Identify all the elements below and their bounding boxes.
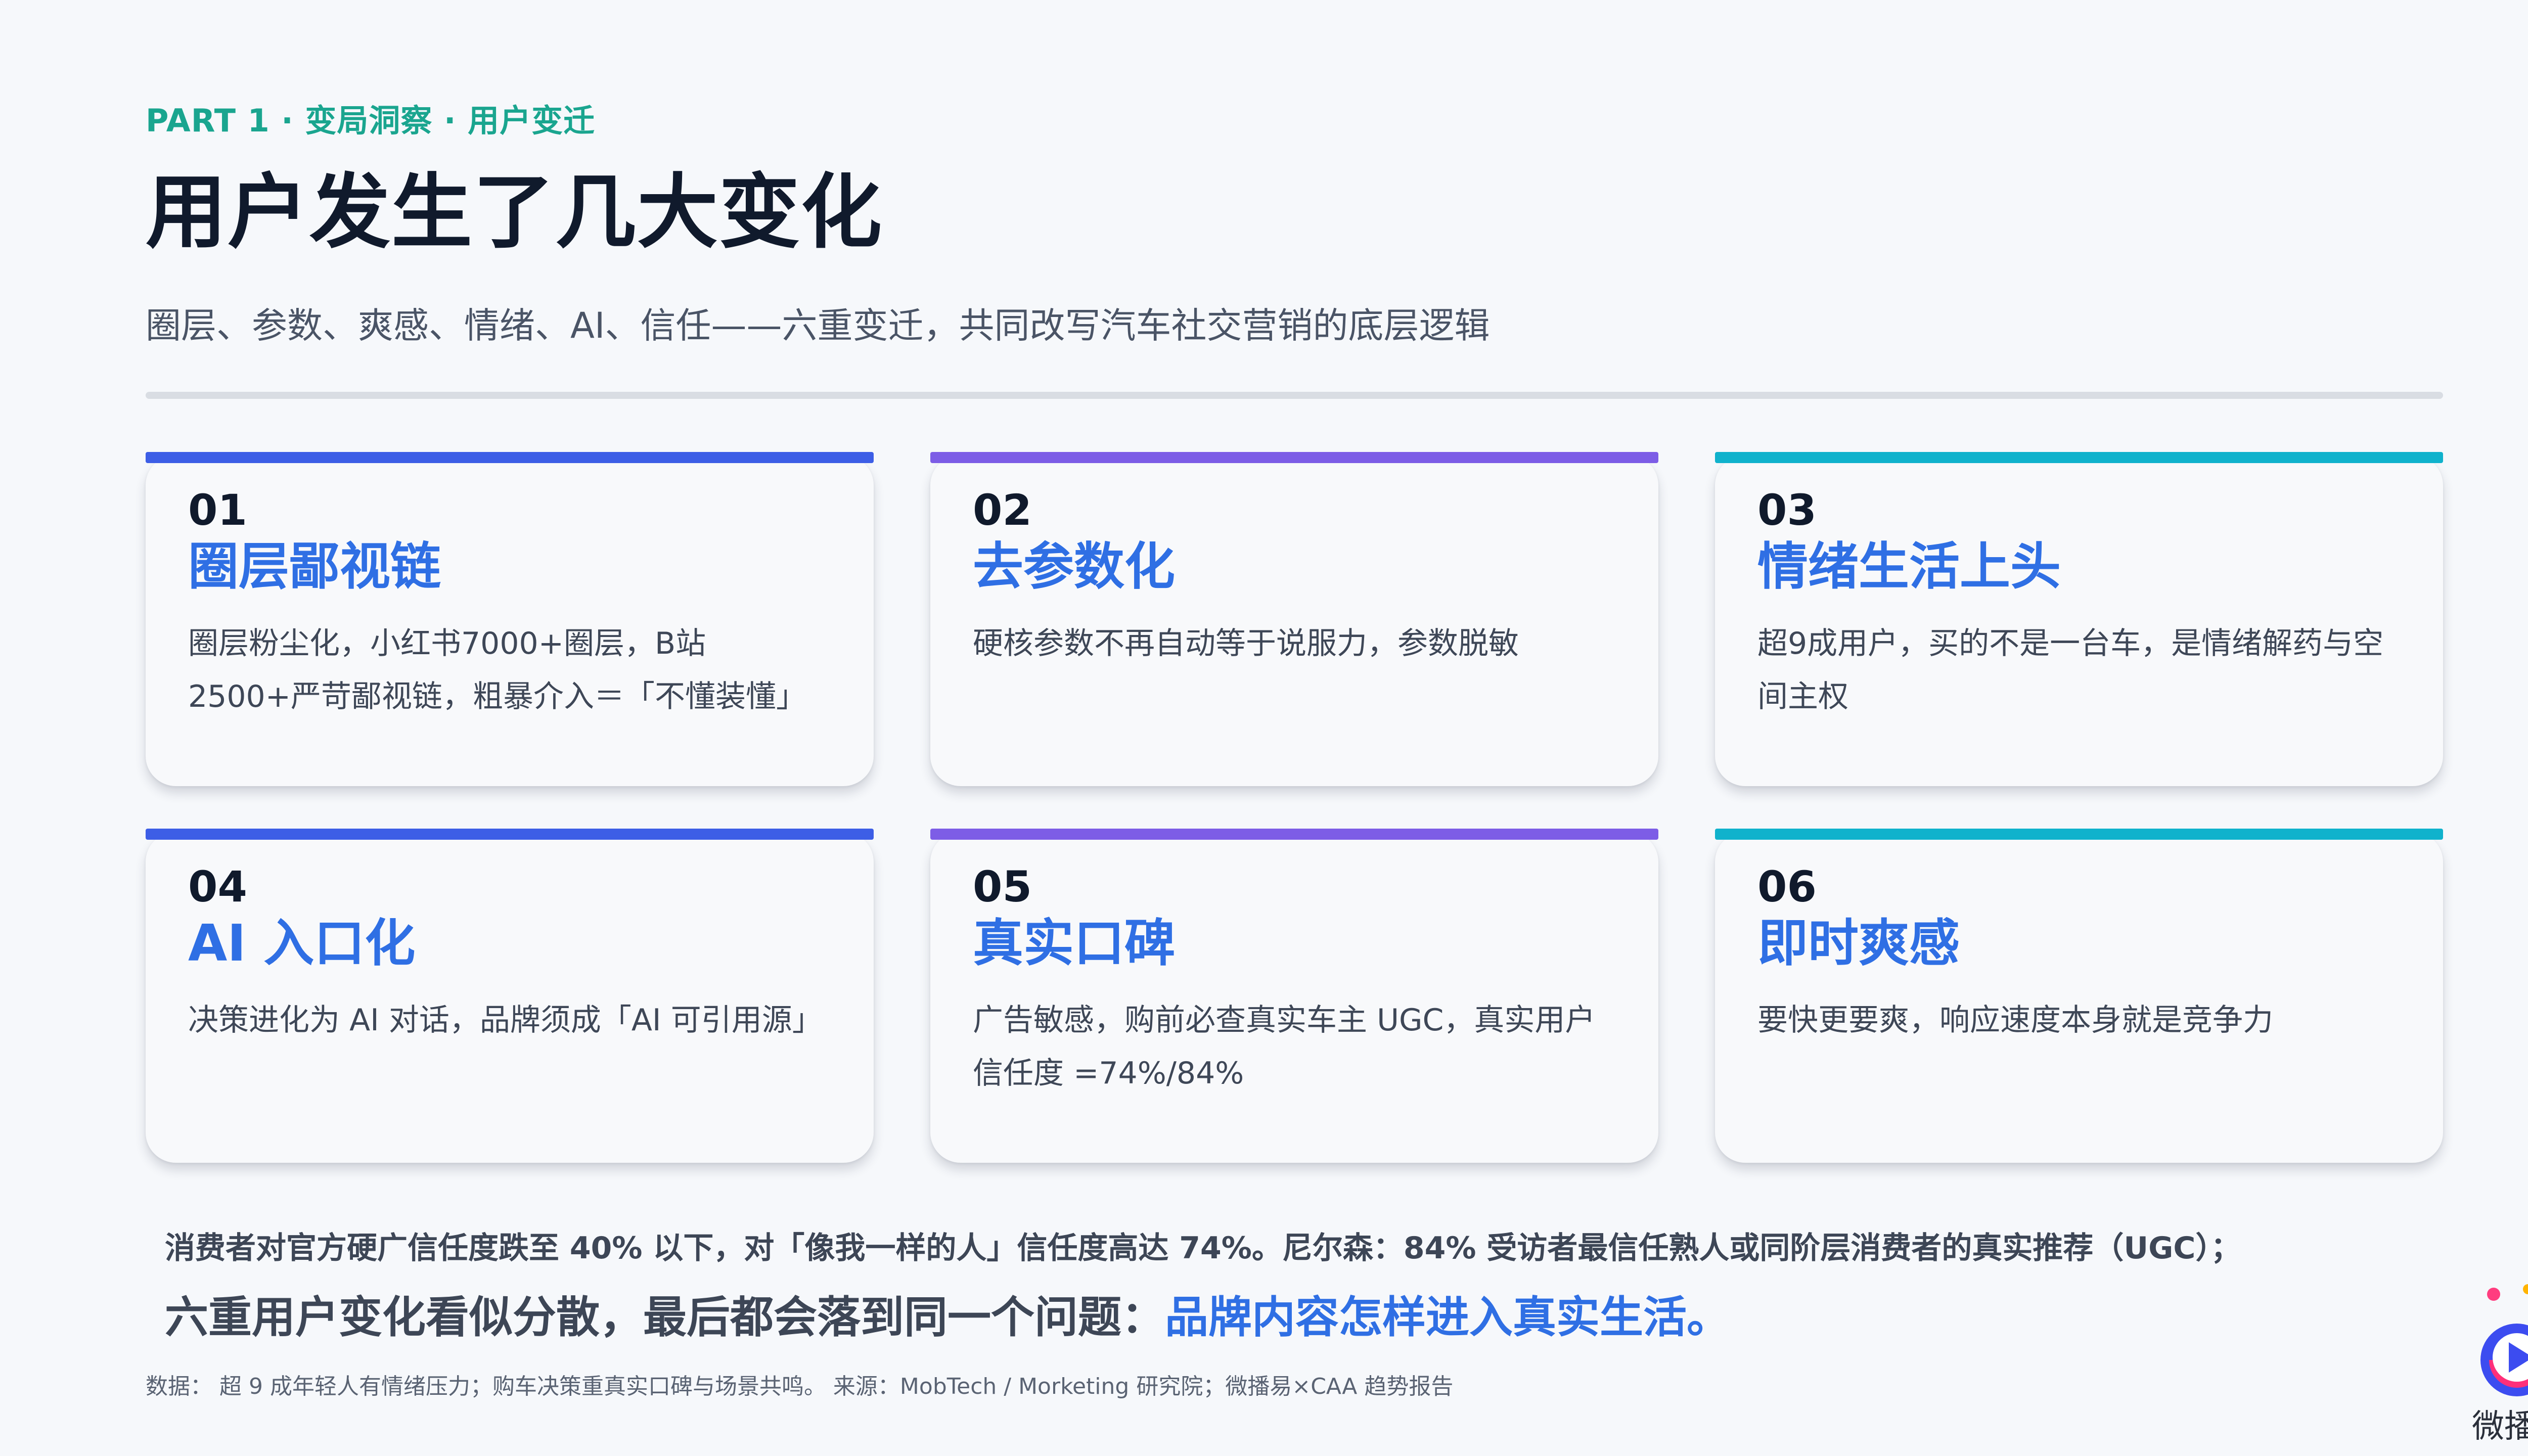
- card-title: 去参数化: [973, 537, 1175, 597]
- card-number: 01: [188, 485, 247, 535]
- card-description: 圈层粉尘化，小红书7000+圈层，B站2500+严苛鄙视链，粗暴介入＝「不懂装懂…: [188, 626, 806, 715]
- change-card-grid: 01 圈层鄙视链 圈层粉尘化，小红书7000+圈层，B站2500+严苛鄙视链，粗…: [146, 452, 2443, 1163]
- change-card-02: 02 去参数化 硬核参数不再自动等于说服力，参数脱敏: [930, 452, 1658, 786]
- card-accent-bar: [1715, 829, 2443, 840]
- conclusion-prefix: 六重用户变化看似分散，最后都会落到同一个问题：: [165, 1292, 1165, 1343]
- card-title: AI 入口化: [188, 914, 416, 973]
- card-number: 02: [973, 485, 1032, 535]
- page-subtitle: 圈层、参数、爽感、情绪、AI、信任——六重变迁，共同改写汽车社交营销的底层逻辑: [146, 305, 1490, 346]
- trust-statistic-note: 消费者对官方硬广信任度跌至 40% 以下，对「像我一样的人」信任度高达 74%。…: [165, 1231, 2241, 1266]
- card-number: 03: [1757, 485, 1817, 535]
- card-number: 06: [1757, 862, 1817, 912]
- card-title: 真实口碑: [973, 914, 1175, 973]
- page-title: 用户发生了几大变化: [146, 165, 883, 259]
- card-accent-bar: [930, 452, 1658, 463]
- change-card-01: 01 圈层鄙视链 圈层粉尘化，小红书7000+圈层，B站2500+严苛鄙视链，粗…: [146, 452, 874, 786]
- change-card-05: 05 真实口碑 广告敏感，购前必查真实车主 UGC，真实用户信任度 =74%/8…: [930, 829, 1658, 1163]
- card-description: 超9成用户，买的不是一台车，是情绪解药与空间主权: [1757, 626, 2384, 715]
- card-accent-bar: [146, 452, 874, 463]
- section-kicker: PART 1 · 变局洞察 · 用户变迁: [146, 102, 596, 139]
- card-number: 05: [973, 862, 1032, 912]
- card-title: 圈层鄙视链: [188, 537, 441, 597]
- change-card-06: 06 即时爽感 要快更要爽，响应速度本身就是竞争力: [1715, 829, 2443, 1163]
- conclusion-statement: 六重用户变化看似分散，最后都会落到同一个问题：品牌内容怎样进入真实生活。: [165, 1282, 1730, 1345]
- change-card-04: 04 AI 入口化 决策进化为 AI 对话，品牌须成「AI 可引用源」: [146, 829, 874, 1163]
- card-accent-bar: [146, 829, 874, 840]
- header-divider: [146, 392, 2443, 399]
- card-number: 04: [188, 862, 247, 912]
- card-description: 广告敏感，购前必查真实车主 UGC，真实用户信任度 =74%/84%: [973, 1003, 1596, 1091]
- data-source-footnote: 数据： 超 9 成年轻人有情绪压力；购车决策重真实口碑与场景共鸣。 来源：Mob…: [146, 1374, 1454, 1399]
- card-title: 即时爽感: [1757, 914, 1960, 973]
- card-title: 情绪生活上头: [1757, 537, 2061, 597]
- card-description: 要快更要爽，响应速度本身就是竞争力: [1757, 1003, 2273, 1038]
- conclusion-highlight: 品牌内容怎样进入真实生活。: [1165, 1292, 1730, 1343]
- brand-name: 微播易: [2472, 1408, 2528, 1445]
- change-card-03: 03 情绪生活上头 超9成用户，买的不是一台车，是情绪解药与空间主权: [1715, 452, 2443, 786]
- card-description: 决策进化为 AI 对话，品牌须成「AI 可引用源」: [188, 1003, 823, 1038]
- card-accent-bar: [1715, 452, 2443, 463]
- card-description: 硬核参数不再自动等于说服力，参数脱敏: [973, 626, 1519, 662]
- card-accent-bar: [930, 829, 1658, 840]
